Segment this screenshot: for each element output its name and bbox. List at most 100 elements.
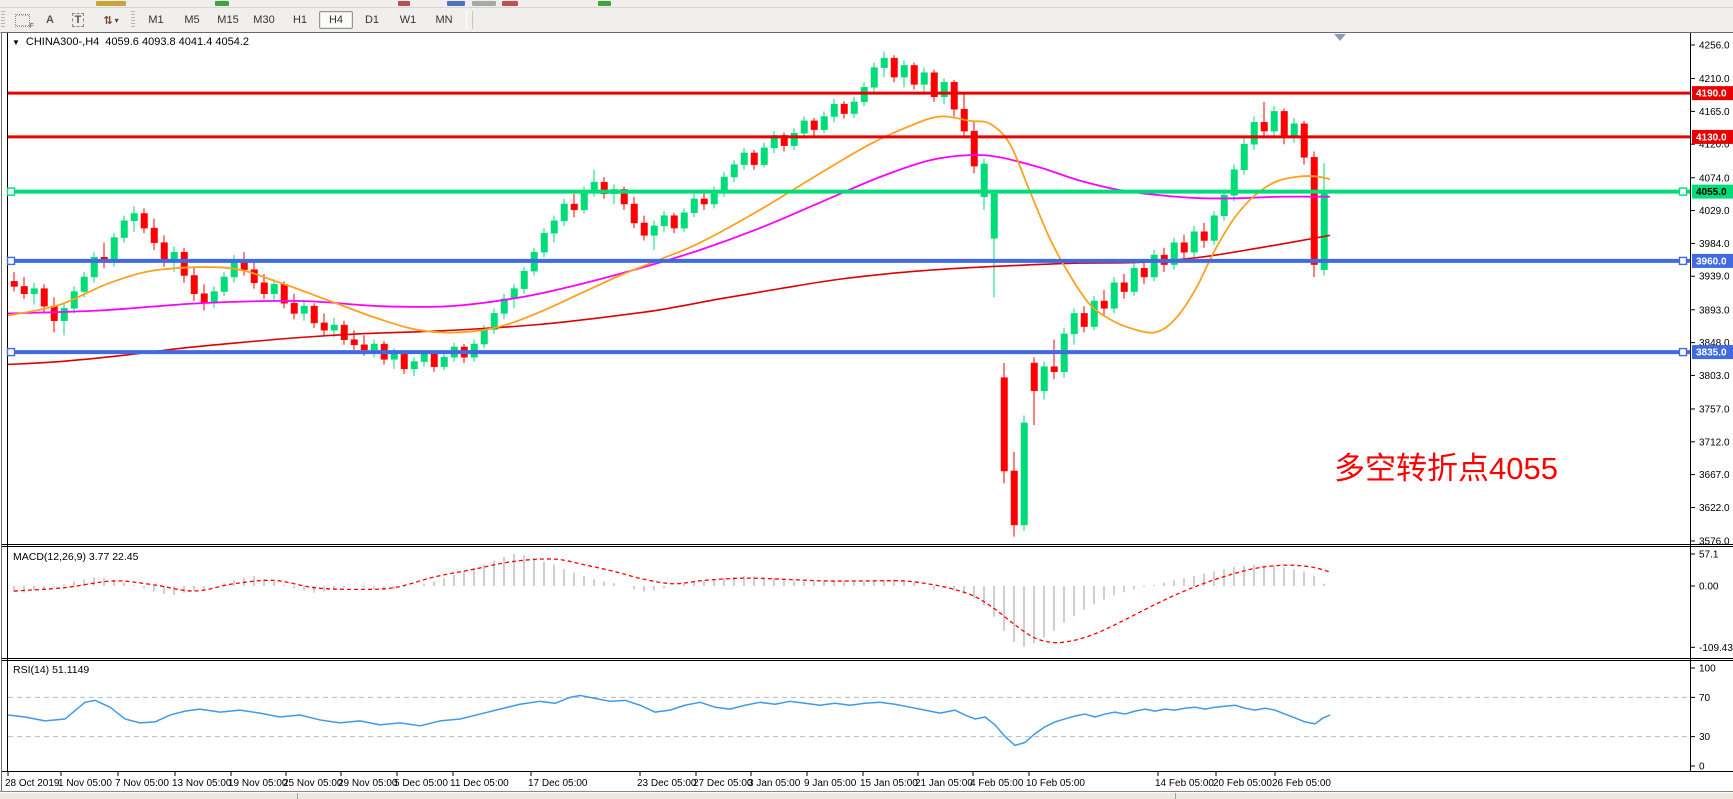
svg-text:100: 100 bbox=[1699, 664, 1716, 675]
svg-text:21 Jan 05:00: 21 Jan 05:00 bbox=[915, 778, 973, 789]
svg-text:3835.0: 3835.0 bbox=[1696, 348, 1727, 359]
svg-text:-109.43: -109.43 bbox=[1699, 643, 1733, 654]
top-toolbar-partial-row bbox=[0, 0, 1733, 8]
toolbar-grip[interactable] bbox=[1, 11, 5, 29]
toolbar-icon-fragment bbox=[398, 1, 410, 6]
chevron-down-icon: ▾ bbox=[115, 16, 119, 25]
svg-text:3893.0: 3893.0 bbox=[1699, 305, 1730, 316]
svg-text:4074.0: 4074.0 bbox=[1699, 173, 1730, 184]
text-box-icon: T bbox=[72, 13, 85, 27]
crosshair-grid-icon: F bbox=[15, 14, 30, 27]
svg-text:4 Feb 05:00: 4 Feb 05:00 bbox=[970, 778, 1024, 789]
mt4-terminal: { "toolbar": { "tools": [ {"name": "cros… bbox=[0, 0, 1733, 798]
svg-text:70: 70 bbox=[1699, 693, 1711, 704]
svg-text:5 Dec 05:00: 5 Dec 05:00 bbox=[394, 778, 448, 789]
svg-text:7 Nov 05:00: 7 Nov 05:00 bbox=[115, 778, 169, 789]
toolbar-icon-fragment bbox=[447, 1, 465, 6]
line-handle[interactable] bbox=[8, 257, 15, 264]
line-handle[interactable] bbox=[8, 188, 15, 195]
svg-text:4055.0: 4055.0 bbox=[1696, 187, 1727, 198]
svg-text:1 Nov 05:00: 1 Nov 05:00 bbox=[58, 778, 112, 789]
timeframe-button-h1[interactable]: H1 bbox=[283, 11, 317, 29]
svg-text:3803.0: 3803.0 bbox=[1699, 371, 1730, 382]
rsi-line bbox=[8, 695, 1330, 745]
svg-text:4210.0: 4210.0 bbox=[1699, 74, 1730, 85]
svg-text:4165.0: 4165.0 bbox=[1699, 107, 1730, 118]
svg-text:4256.0: 4256.0 bbox=[1699, 41, 1730, 52]
svg-text:3576.0: 3576.0 bbox=[1699, 536, 1730, 547]
line-handle[interactable] bbox=[1680, 188, 1687, 195]
chart-toolbar: F A T ⇅ ▾ M1M5M15M30H1H4D1W1MN bbox=[0, 8, 1733, 32]
text-label-tool-button[interactable]: A bbox=[37, 9, 63, 31]
arrow-objects-icon: ⇅ bbox=[103, 14, 112, 27]
toolbar-icon-fragment bbox=[96, 1, 126, 6]
chart-title: ▼ CHINA300-,H4 4059.6 4093.8 4041.4 4054… bbox=[12, 36, 249, 48]
rsi-panel: 10070300 bbox=[8, 664, 1716, 773]
svg-text:23 Dec 05:00: 23 Dec 05:00 bbox=[637, 778, 697, 789]
line-handle[interactable] bbox=[1680, 349, 1687, 356]
chevron-down-icon[interactable]: ▼ bbox=[12, 38, 20, 47]
svg-text:13 Nov 05:00: 13 Nov 05:00 bbox=[172, 778, 232, 789]
macd-signal-line bbox=[14, 559, 1330, 643]
svg-text:28 Oct 2019: 28 Oct 2019 bbox=[5, 778, 60, 789]
svg-text:3712.0: 3712.0 bbox=[1699, 437, 1730, 448]
svg-text:4029.0: 4029.0 bbox=[1699, 206, 1730, 217]
svg-text:20 Feb 05:00: 20 Feb 05:00 bbox=[1213, 778, 1272, 789]
svg-text:17 Dec 05:00: 17 Dec 05:00 bbox=[528, 778, 588, 789]
rsi-indicator-label: RSI(14) 51.1149 bbox=[13, 664, 89, 676]
svg-text:15 Jan 05:00: 15 Jan 05:00 bbox=[860, 778, 918, 789]
toolbar-icon-fragment bbox=[215, 1, 229, 6]
timeframe-button-m15[interactable]: M15 bbox=[211, 11, 245, 29]
candlesticks bbox=[11, 52, 1328, 537]
chart-shift-marker[interactable] bbox=[1334, 34, 1346, 41]
chart-symbol-period: CHINA300-,H4 bbox=[26, 36, 99, 48]
svg-text:57.1: 57.1 bbox=[1699, 550, 1719, 561]
svg-text:3757.0: 3757.0 bbox=[1699, 404, 1730, 415]
line-handle[interactable] bbox=[8, 349, 15, 356]
chart-text-annotation[interactable]: 多空转折点4055 bbox=[1334, 453, 1558, 484]
svg-text:27 Dec 05:00: 27 Dec 05:00 bbox=[693, 778, 753, 789]
svg-text:25 Nov 05:00: 25 Nov 05:00 bbox=[283, 778, 343, 789]
toolbar-grip[interactable] bbox=[131, 11, 135, 29]
timeframe-button-m5[interactable]: M5 bbox=[175, 11, 209, 29]
crosshair-grid-tool-button[interactable]: F bbox=[9, 9, 35, 31]
svg-text:3667.0: 3667.0 bbox=[1699, 470, 1730, 481]
chart-window: ▼ CHINA300-,H4 4059.6 4093.8 4041.4 4054… bbox=[0, 32, 1733, 791]
svg-text:10 Feb 05:00: 10 Feb 05:00 bbox=[1026, 778, 1085, 789]
macd-indicator-label: MACD(12,26,9) 3.77 22.45 bbox=[13, 551, 139, 563]
svg-text:0.00: 0.00 bbox=[1699, 582, 1719, 593]
svg-text:11 Dec 05:00: 11 Dec 05:00 bbox=[450, 778, 509, 789]
toolbar-icon-fragment bbox=[472, 1, 496, 6]
svg-text:9 Jan 05:00: 9 Jan 05:00 bbox=[804, 778, 857, 789]
svg-text:26 Feb 05:00: 26 Feb 05:00 bbox=[1272, 778, 1331, 789]
svg-text:29 Nov 05:00: 29 Nov 05:00 bbox=[338, 778, 398, 789]
timeframe-button-d1[interactable]: D1 bbox=[355, 11, 389, 29]
text-label-icon: A bbox=[46, 14, 54, 26]
chart-canvas[interactable]: 4256.04210.04165.04120.04074.04029.03984… bbox=[0, 32, 1733, 791]
macd-panel: 57.1 0.00 -109.43 bbox=[14, 550, 1733, 654]
tab-divider bbox=[297, 793, 298, 799]
svg-text:4190.0: 4190.0 bbox=[1696, 89, 1727, 100]
svg-text:19 Nov 05:00: 19 Nov 05:00 bbox=[228, 778, 288, 789]
svg-text:3 Jan 05:00: 3 Jan 05:00 bbox=[748, 778, 801, 789]
line-handle[interactable] bbox=[1680, 257, 1687, 264]
price-axis: 4256.04210.04165.04120.04074.04029.03984… bbox=[1690, 41, 1733, 548]
text-box-tool-button[interactable]: T bbox=[65, 9, 91, 31]
svg-text:3622.0: 3622.0 bbox=[1699, 503, 1730, 514]
time-axis: 28 Oct 20191 Nov 05:007 Nov 05:0013 Nov … bbox=[5, 772, 1331, 789]
chart-ohlc-values: 4059.6 4093.8 4041.4 4054.2 bbox=[105, 36, 249, 48]
svg-text:14 Feb 05:00: 14 Feb 05:00 bbox=[1155, 778, 1214, 789]
timeframe-button-w1[interactable]: W1 bbox=[391, 11, 425, 29]
arrow-objects-tool-button[interactable]: ⇅ ▾ bbox=[93, 9, 129, 31]
svg-text:3960.0: 3960.0 bbox=[1696, 256, 1727, 267]
svg-text:4130.0: 4130.0 bbox=[1696, 132, 1727, 143]
timeframe-button-h4[interactable]: H4 bbox=[319, 11, 353, 29]
svg-text:3984.0: 3984.0 bbox=[1699, 239, 1730, 250]
timeframe-button-m1[interactable]: M1 bbox=[139, 11, 173, 29]
svg-text:30: 30 bbox=[1699, 732, 1711, 743]
timeframe-button-mn[interactable]: MN bbox=[427, 11, 461, 29]
tab-divider bbox=[1175, 793, 1176, 799]
svg-text:3939.0: 3939.0 bbox=[1699, 272, 1730, 283]
timeframe-bar: M1M5M15M30H1H4D1W1MN bbox=[138, 11, 462, 29]
timeframe-button-m30[interactable]: M30 bbox=[247, 11, 281, 29]
